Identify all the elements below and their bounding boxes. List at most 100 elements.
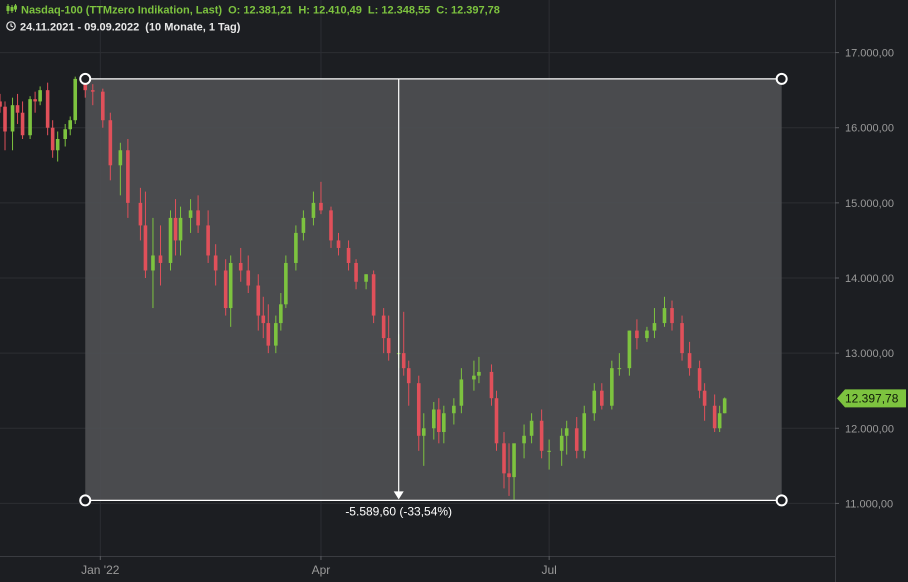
candle-body	[196, 210, 200, 226]
candle-body	[702, 390, 707, 406]
candle-body	[442, 413, 446, 433]
x-tick-label: Apr	[312, 563, 331, 577]
measurement-label: -5.589,60 (-33,54%)	[345, 504, 452, 518]
candle-body	[45, 90, 50, 128]
candle-body	[346, 247, 351, 263]
candle-body	[223, 270, 228, 309]
price-chart[interactable]: 11.000,00 12.000,00 13.000,00 14.000,00 15.0…	[0, 0, 908, 582]
candle-body	[188, 210, 193, 218]
candle-body	[274, 323, 278, 346]
candle-body	[55, 139, 60, 151]
candle-body	[371, 274, 376, 316]
candle-body	[529, 420, 534, 436]
candle-body	[158, 255, 163, 263]
high-value: H: 12.410,49	[298, 4, 362, 17]
candle-body	[507, 473, 511, 478]
candle-body	[381, 315, 386, 339]
candle-body	[168, 217, 173, 263]
candle-body	[101, 91, 105, 121]
candle-body	[33, 99, 37, 102]
instrument-name: Nasdaq-100 (TTMzero Indikation, Last)	[21, 4, 223, 17]
candle-body	[138, 202, 143, 226]
y-tick-label: 17.000,00	[845, 48, 894, 60]
candle-body	[178, 217, 183, 241]
y-tick-label: 16.000,00	[845, 123, 894, 135]
handle-bottom-right[interactable]	[775, 494, 788, 507]
candle-body	[386, 338, 391, 354]
candle-body	[238, 262, 243, 271]
candle-body	[592, 390, 597, 414]
y-tick-label: 13.000,00	[845, 348, 894, 360]
candle-body	[452, 405, 456, 414]
candle-body	[564, 428, 569, 436]
candle-body	[63, 129, 67, 139]
candle-body	[143, 225, 148, 271]
period-label: (10 Monate, 1 Tag)	[145, 21, 241, 34]
candle-body	[472, 375, 476, 380]
y-tick-label: 11.000,00	[845, 498, 893, 510]
x-tick-label: Jan '22	[81, 563, 120, 577]
candle-body	[401, 353, 406, 369]
candle-body	[28, 99, 32, 136]
candle-body	[522, 435, 526, 444]
candle-body	[38, 90, 42, 102]
candle-body	[246, 270, 251, 286]
candle-body	[431, 409, 436, 429]
candle-body	[406, 368, 411, 384]
candle-body	[311, 202, 316, 218]
candle-body	[126, 150, 130, 203]
candle-body	[539, 420, 544, 451]
candle-body	[662, 308, 667, 324]
candle-body	[15, 105, 20, 113]
x-tick-label: Jul	[541, 563, 556, 577]
candle-body	[68, 120, 73, 130]
candle-body	[652, 323, 657, 331]
candle-body	[206, 225, 210, 256]
candle-body	[364, 274, 368, 282]
clock-icon	[6, 21, 16, 34]
candle-body	[437, 409, 441, 433]
candle-body	[294, 232, 298, 263]
candle-body	[416, 383, 421, 436]
candle-body	[680, 323, 684, 354]
handle-bottom-left[interactable]	[79, 494, 92, 507]
handle-top-left[interactable]	[79, 72, 92, 85]
candle-body	[266, 323, 271, 346]
candle-body	[687, 353, 692, 369]
y-tick-label: 12.000,00	[845, 423, 894, 435]
candle-body	[459, 379, 464, 406]
candle-body	[494, 398, 499, 444]
date-range: 24.11.2021 - 09.09.2022	[20, 21, 140, 34]
candle-body	[582, 413, 587, 451]
candle-body	[610, 368, 614, 406]
candle-body	[600, 390, 604, 406]
candle-body	[213, 255, 218, 271]
candle-body	[10, 105, 15, 132]
open-value: O: 12.381,21	[228, 4, 293, 17]
candle-body	[697, 368, 702, 391]
candle-body	[256, 285, 261, 316]
candle-body	[228, 262, 233, 309]
candle-body	[50, 127, 55, 151]
candle-body	[712, 405, 717, 429]
candle-body	[90, 90, 95, 92]
ohlc-header: Nasdaq-100 (TTMzero Indikation, Last) O: …	[6, 4, 500, 17]
candle-body	[645, 330, 649, 339]
candle-body	[279, 304, 283, 324]
candle-body	[547, 450, 551, 452]
candle-body	[635, 330, 639, 339]
handle-top-right[interactable]	[775, 72, 788, 85]
candle-body	[173, 217, 178, 241]
y-tick-label: 15.000,00	[845, 198, 894, 210]
candle-body	[73, 78, 78, 121]
candle-body	[108, 120, 113, 166]
candle-body	[354, 262, 358, 282]
candle-body	[336, 240, 341, 248]
candle-body	[574, 428, 579, 451]
candle-body	[559, 435, 564, 451]
candle-body	[717, 413, 722, 429]
chart-container: 11.000,00 12.000,00 13.000,00 14.000,00 15.0…	[0, 0, 908, 582]
candles-icon	[6, 4, 17, 17]
range-header: 24.11.2021 - 09.09.2022 (10 Monate, 1 Tag…	[6, 21, 240, 34]
candle-body	[261, 315, 266, 324]
